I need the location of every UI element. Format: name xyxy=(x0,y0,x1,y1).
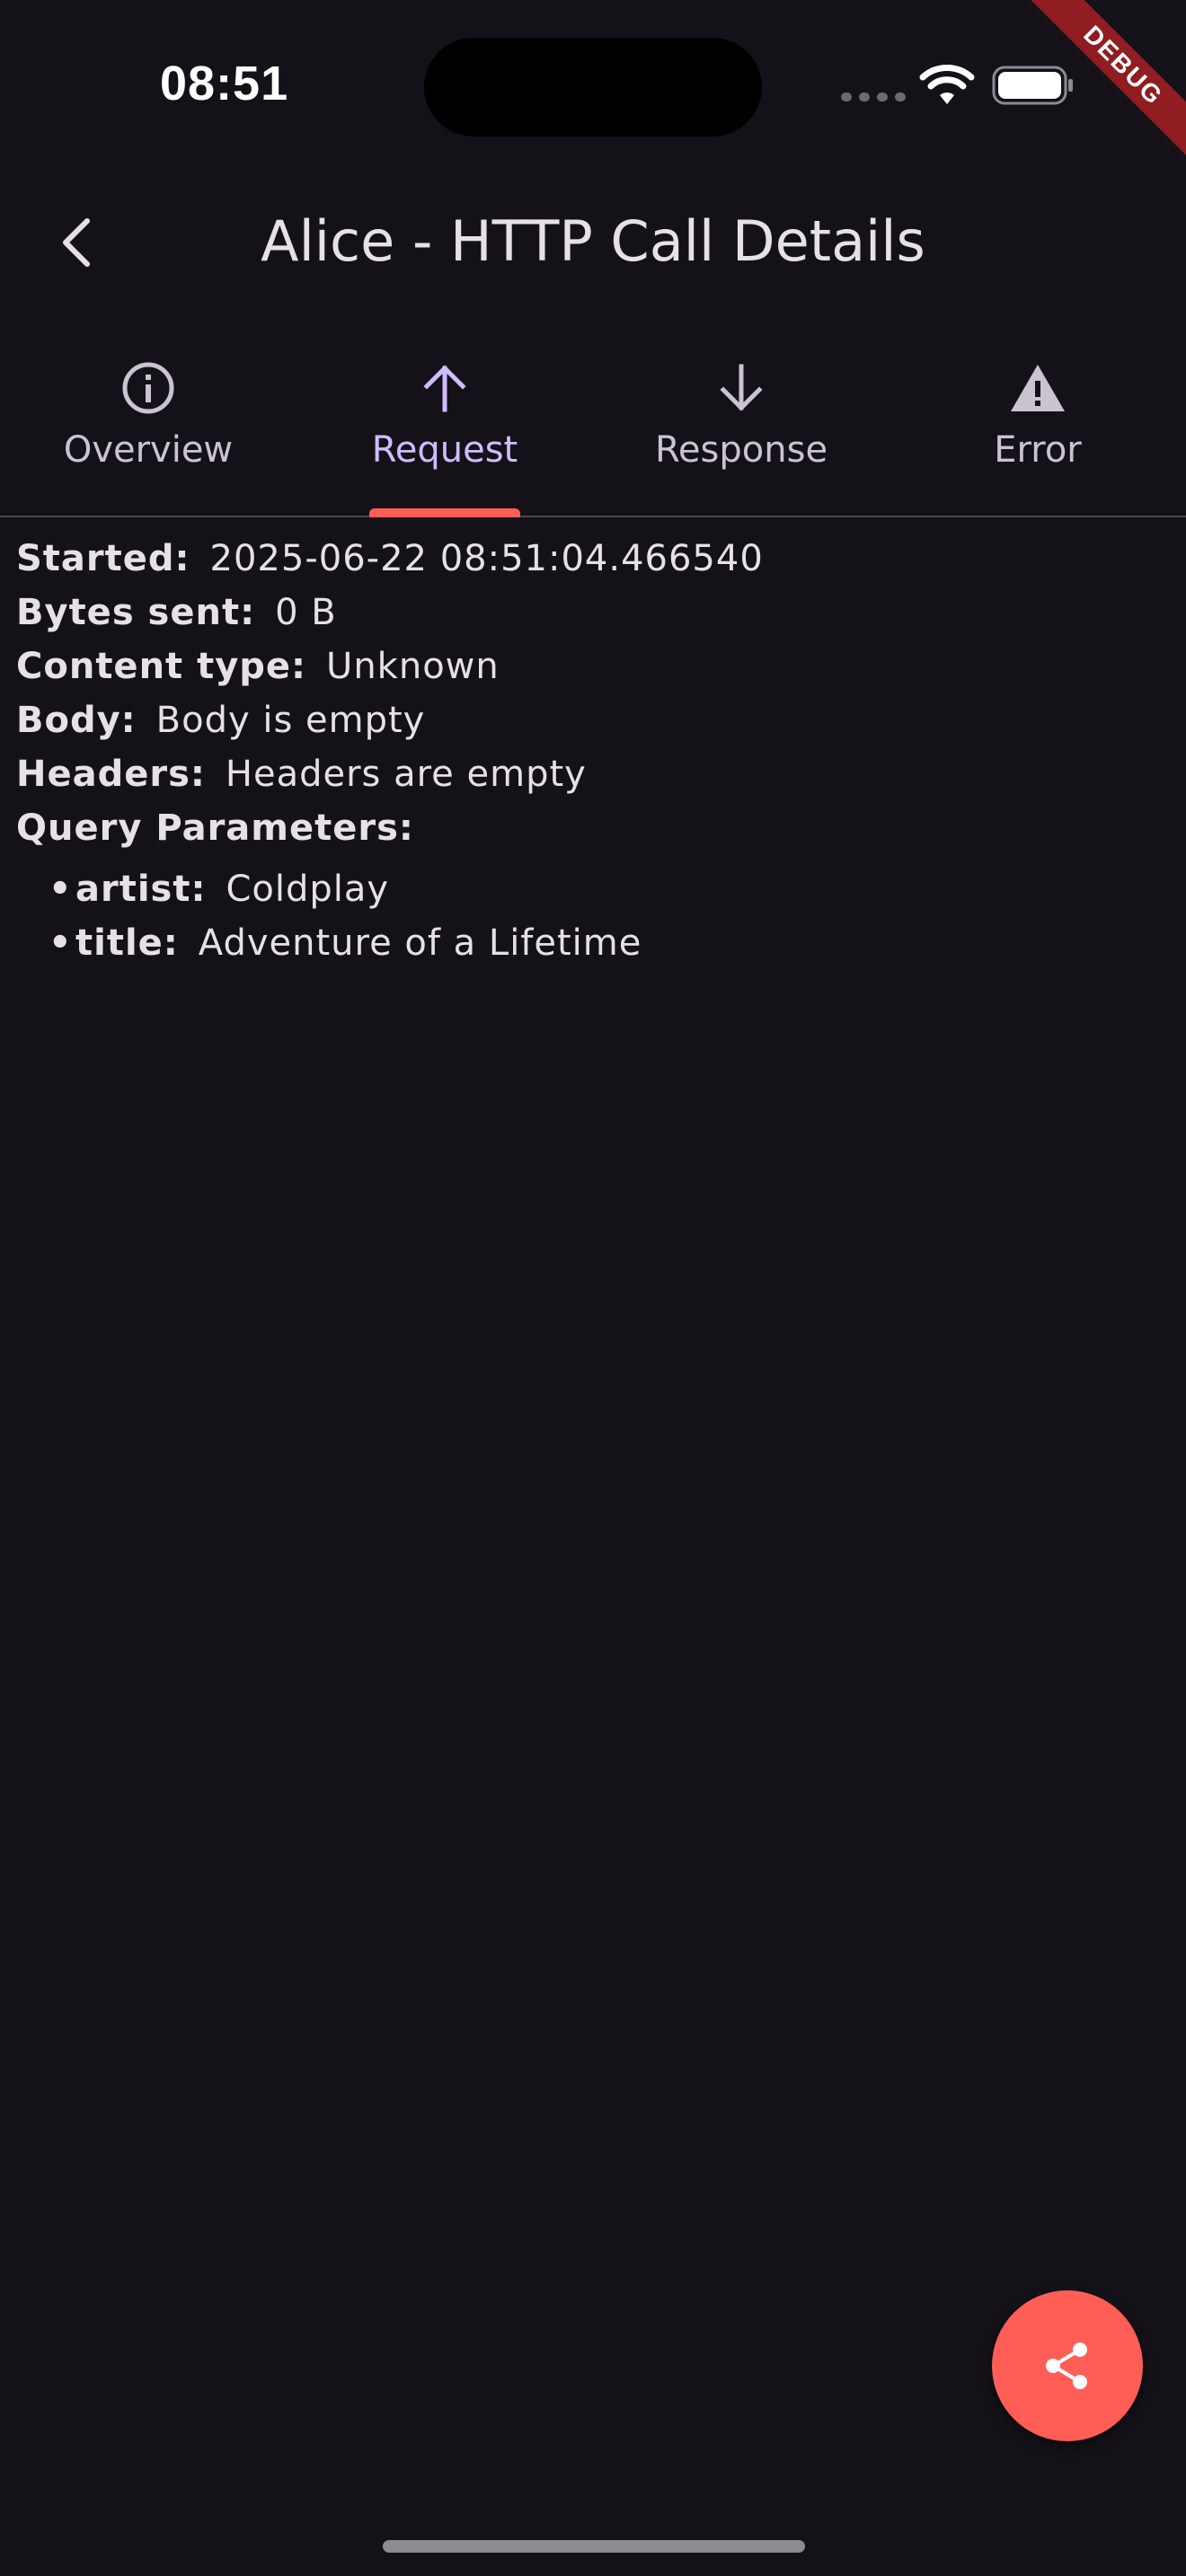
wifi-icon xyxy=(919,65,975,104)
headers-label: Headers: xyxy=(16,754,206,795)
query-param-value: Adventure of a Lifetime xyxy=(198,922,642,964)
query-parameters-list: •artist: Coldplay •title: Adventure of a L… xyxy=(16,862,1166,970)
cellular-signal-icon xyxy=(841,93,906,101)
bytes-sent-row: Bytes sent: 0 B xyxy=(16,586,1166,640)
body-value: Body is empty xyxy=(155,700,426,741)
tab-label: Overview xyxy=(63,429,234,471)
body-row: Body: Body is empty xyxy=(16,693,1166,747)
warning-icon xyxy=(1011,365,1065,411)
bullet: • xyxy=(49,869,73,910)
headers-row: Headers: Headers are empty xyxy=(16,747,1166,801)
dynamic-island xyxy=(424,38,762,137)
content-type-value: Unknown xyxy=(326,646,500,687)
arrow-down-icon xyxy=(720,364,763,411)
bytes-sent-label: Bytes sent: xyxy=(16,592,256,633)
bullet: • xyxy=(49,922,73,964)
debug-banner-container: DEBUG xyxy=(1024,0,1186,162)
query-param-key: title: xyxy=(75,922,179,964)
tab-error[interactable]: Error xyxy=(890,341,1186,516)
query-param-value: Coldplay xyxy=(226,869,390,910)
tab-label: Error xyxy=(994,429,1082,471)
share-icon xyxy=(1046,2342,1087,2389)
debug-banner: DEBUG xyxy=(1024,0,1186,162)
content-type-row: Content type: Unknown xyxy=(16,640,1166,693)
bytes-sent-value: 0 B xyxy=(275,592,337,633)
status-time: 08:51 xyxy=(160,57,289,110)
started-value: 2025-06-22 08:51:04.466540 xyxy=(209,538,764,579)
body-label: Body: xyxy=(16,700,137,741)
started-label: Started: xyxy=(16,538,190,579)
started-row: Started: 2025-06-22 08:51:04.466540 xyxy=(16,532,1166,586)
active-tab-indicator xyxy=(369,508,520,517)
query-parameters-label: Query Parameters: xyxy=(16,807,414,849)
page-title: Alice - HTTP Call Details xyxy=(261,208,925,274)
arrow-up-icon xyxy=(423,365,466,412)
list-item: •title: Adventure of a Lifetime xyxy=(49,916,1166,970)
info-icon xyxy=(122,362,174,414)
tab-bar: Overview Request Response Error xyxy=(0,341,1186,517)
tab-request[interactable]: Request xyxy=(296,341,593,517)
tab-overview[interactable]: Overview xyxy=(0,341,296,516)
tab-label: Request xyxy=(371,429,518,471)
tab-response[interactable]: Response xyxy=(593,341,890,516)
query-param-key: artist: xyxy=(75,869,207,910)
tab-label: Response xyxy=(654,429,828,471)
home-indicator[interactable] xyxy=(383,2540,805,2553)
list-item: •artist: Coldplay xyxy=(49,862,1166,916)
content-type-label: Content type: xyxy=(16,646,307,687)
headers-value: Headers are empty xyxy=(225,754,587,795)
share-button[interactable] xyxy=(992,2290,1143,2441)
query-parameters-row: Query Parameters: xyxy=(16,801,1166,855)
request-details: Started: 2025-06-22 08:51:04.466540 Bytes… xyxy=(16,532,1166,970)
